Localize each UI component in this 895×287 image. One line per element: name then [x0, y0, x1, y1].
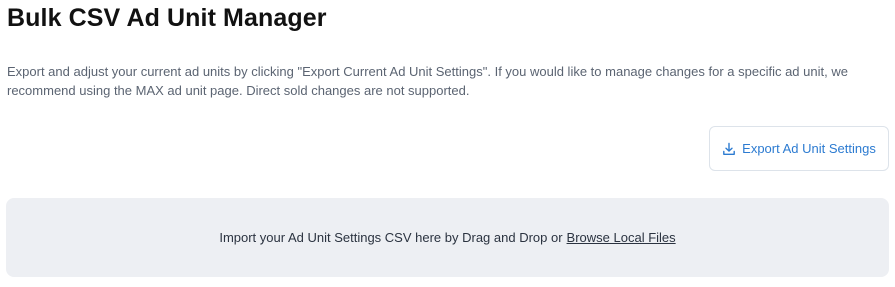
bulk-csv-page: Bulk CSV Ad Unit Manager Export and adju… — [0, 0, 895, 287]
page-description: Export and adjust your current ad units … — [7, 64, 848, 98]
page-title: Bulk CSV Ad Unit Manager — [7, 4, 327, 32]
export-button-label: Export Ad Unit Settings — [742, 141, 876, 156]
browse-local-files-link[interactable]: Browse Local Files — [567, 230, 676, 245]
download-icon — [722, 142, 736, 156]
export-ad-unit-settings-button[interactable]: Export Ad Unit Settings — [709, 126, 889, 171]
csv-dropzone[interactable]: Import your Ad Unit Settings CSV here by… — [6, 198, 889, 277]
dropzone-text: Import your Ad Unit Settings CSV here by… — [219, 230, 563, 245]
